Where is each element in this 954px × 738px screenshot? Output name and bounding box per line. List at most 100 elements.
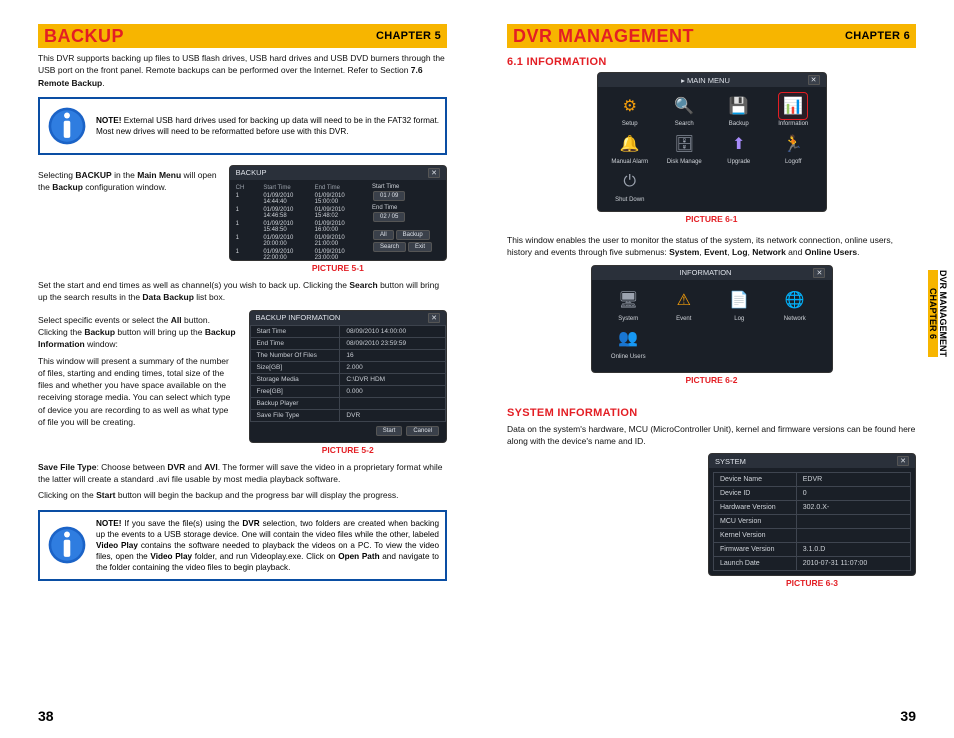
table-row: Size[GB]2.000: [250, 361, 446, 373]
end-time-field[interactable]: 02 / 05: [373, 212, 405, 222]
t: configuration window.: [83, 182, 167, 192]
menu-item-upgrade[interactable]: ⬆Upgrade: [715, 131, 764, 165]
paragraph: Save File Type: Choose between DVR and A…: [38, 461, 447, 486]
fig-title: MAIN MENU: [687, 76, 730, 85]
paragraph: Data on the system's hardware, MCU (Micr…: [507, 423, 916, 448]
table-row: Device ID0: [714, 487, 911, 501]
search-button[interactable]: Search: [373, 242, 406, 252]
t: : Choose between: [96, 462, 167, 472]
col-start: Start Time: [263, 185, 310, 191]
t: in the: [112, 170, 138, 180]
close-icon[interactable]: ✕: [428, 168, 440, 178]
table-row: Save File TypeDVR: [250, 409, 446, 421]
page-right: DVR MANAGEMENT CHAPTER 6 6.1 INFORMATION…: [477, 0, 954, 738]
page-title: BACKUP: [44, 26, 124, 47]
t: and: [185, 462, 204, 472]
page-number: 39: [900, 708, 916, 724]
t: Save File Type: [38, 462, 96, 472]
t: Set the start and end times as well as c…: [38, 280, 349, 290]
note-box-2: NOTE! If you save the file(s) using the …: [38, 510, 447, 581]
fig-title: BACKUP: [236, 168, 267, 177]
start-button[interactable]: Start: [376, 426, 403, 436]
t: button will bring up the: [115, 327, 205, 337]
figure-caption: PICTURE 6-1: [597, 214, 827, 224]
note-box-1: NOTE! External USB hard drives used for …: [38, 97, 447, 155]
backup-side-controls: Start Time 01 / 09 End Time 02 / 05 AllB…: [368, 180, 446, 261]
all-button[interactable]: All: [373, 230, 394, 240]
table-row[interactable]: 101/09/2010 20:00:0001/09/2010 21:00:00: [236, 234, 362, 248]
table-row: Storage MediaC:\DVR HDM: [250, 373, 446, 385]
table-row[interactable]: 101/09/2010 14:46:5801/09/2010 15:48:02: [236, 206, 362, 220]
page-left: BACKUP CHAPTER 5 This DVR supports backi…: [0, 0, 477, 738]
information-grid: 🖥System ⚠Event 📄Log 🌐Network 👥Online Users: [592, 280, 832, 372]
info-item-event[interactable]: ⚠Event: [661, 290, 707, 322]
menu-item-search[interactable]: 🔍Search: [660, 93, 709, 127]
t: Start: [96, 490, 115, 500]
t: Main Menu: [137, 170, 181, 180]
table-row: End Time08/09/2010 23:59:59: [250, 337, 446, 349]
paragraph: Selecting BACKUP in the Main Menu will o…: [38, 169, 217, 194]
t: Clicking on the: [38, 490, 96, 500]
t: Event: [704, 247, 727, 257]
fig-title: BACKUP INFORMATION: [256, 313, 341, 322]
paragraph: Select specific events or select the All…: [38, 314, 237, 351]
close-icon[interactable]: ✕: [808, 75, 820, 85]
t: and: [786, 247, 805, 257]
t: DVR: [242, 519, 259, 528]
main-menu-grid: ⚙Setup🔍Search💾Backup📊Information 🔔Manual …: [598, 87, 826, 211]
figure-caption: PICTURE 5-1: [229, 263, 447, 273]
table-row[interactable]: 101/09/2010 22:00:0001/09/2010 23:00:00: [236, 248, 362, 261]
t: If you save the file(s) using the: [121, 519, 242, 528]
info-item-log[interactable]: 📄Log: [717, 290, 763, 322]
close-icon[interactable]: ✕: [897, 456, 909, 466]
system-info-table: Device NameEDVRDevice ID0Hardware Versio…: [713, 472, 911, 571]
text: This DVR supports backing up files to US…: [38, 53, 445, 75]
table-row[interactable]: 101/09/2010 14:44:4001/09/2010 15:00:00: [236, 192, 362, 206]
menu-item-shut-down[interactable]: ⏻Shut Down: [606, 169, 655, 203]
table-row: Hardware Version302.0.X-: [714, 501, 911, 515]
page-number: 38: [38, 708, 54, 724]
info-item-system[interactable]: 🖥System: [606, 290, 652, 322]
table-row: Start Time08/09/2010 14:00:00: [250, 325, 446, 337]
menu-item-manual-alarm[interactable]: 🔔Manual Alarm: [606, 131, 655, 165]
t: list box.: [194, 292, 225, 302]
info-item-online-users[interactable]: 👥Online Users: [606, 328, 652, 360]
menu-item-setup[interactable]: ⚙Setup: [606, 93, 655, 127]
table-row: The Number Of Files16: [250, 349, 446, 361]
header-bar-right: DVR MANAGEMENT CHAPTER 6: [507, 24, 916, 48]
start-time-field[interactable]: 01 / 09: [373, 191, 405, 201]
menu-item-backup[interactable]: 💾Backup: [715, 93, 764, 127]
t: End Time: [372, 205, 442, 211]
t: Open Path: [338, 552, 379, 561]
t: Selecting: [38, 170, 75, 180]
table-row: Free[GB]0.000: [250, 385, 446, 397]
t: Video Play: [150, 552, 192, 561]
menu-item-information[interactable]: 📊Information: [769, 93, 818, 127]
info-item-network[interactable]: 🌐Network: [772, 290, 818, 322]
section-heading: 6.1 INFORMATION: [507, 56, 916, 68]
intro-text: This DVR supports backing up files to US…: [38, 52, 447, 89]
fig-title: SYSTEM: [715, 457, 746, 466]
table-row: Device NameEDVR: [714, 473, 911, 487]
figure-system-info: SYSTEM ✕ Device NameEDVRDevice ID0Hardwar…: [708, 453, 916, 576]
t: folder, and run Videoplay.exe. Click on: [192, 552, 338, 561]
t: Backup: [52, 182, 83, 192]
menu-item-logoff[interactable]: 🏃Logoff: [769, 131, 818, 165]
figure-main-menu: ▸ MAIN MENU✕ ⚙Setup🔍Search💾Backup📊Inform…: [597, 72, 827, 212]
info-icon: [46, 524, 88, 566]
section-heading: SYSTEM INFORMATION: [507, 407, 916, 419]
figure-caption: PICTURE 6-2: [591, 375, 833, 385]
col-ch: CH: [236, 185, 260, 191]
backup-button[interactable]: Backup: [396, 230, 430, 240]
menu-item-disk-manage[interactable]: 🗄Disk Manage: [660, 131, 709, 165]
t: Network: [752, 247, 786, 257]
close-icon[interactable]: ✕: [428, 313, 440, 323]
figure-information-submenu: INFORMATION✕ 🖥System⚠Event📄Log🌐Network👥O…: [591, 265, 833, 373]
paragraph: This window enables the user to monitor …: [507, 234, 916, 259]
close-icon[interactable]: ✕: [813, 268, 825, 278]
paragraph: Clicking on the Start button will begin …: [38, 489, 447, 501]
cancel-button[interactable]: Cancel: [406, 426, 439, 436]
exit-button[interactable]: Exit: [408, 242, 432, 252]
t: Video Play: [96, 541, 138, 550]
table-row[interactable]: 101/09/2010 15:48:5001/09/2010 16:00:00: [236, 220, 362, 234]
